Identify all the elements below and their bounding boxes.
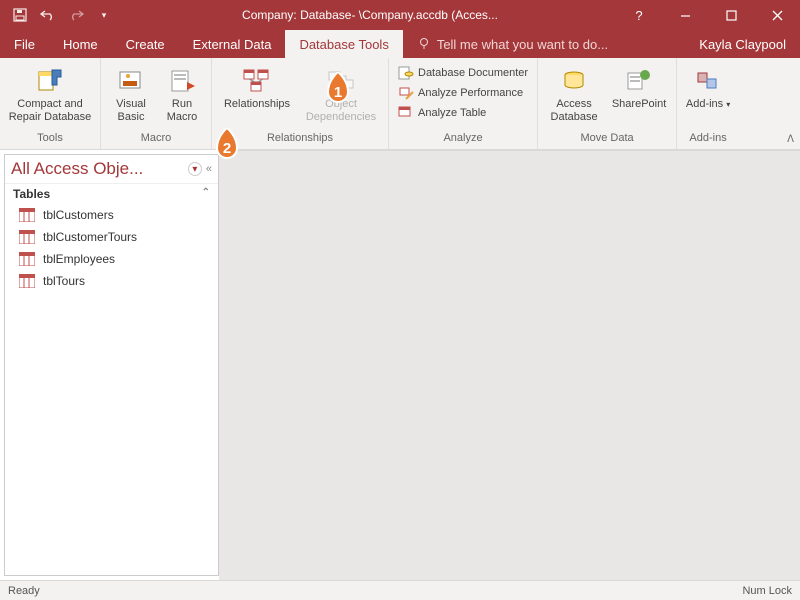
compact-repair-icon xyxy=(35,64,65,98)
analyze-performance-icon xyxy=(398,85,414,101)
sharepoint-icon xyxy=(625,64,653,98)
table-icon xyxy=(19,208,35,222)
workspace: All Access Obje... ▾ « Tables ⌃ tblCusto… xyxy=(0,150,800,580)
object-dependencies-icon xyxy=(326,64,356,98)
group-macro-label: Macro xyxy=(141,130,172,147)
group-tools-label: Tools xyxy=(37,130,63,147)
nav-dropdown-icon[interactable]: ▾ xyxy=(188,162,202,176)
addins-button[interactable]: Add-ins ▾ xyxy=(683,64,733,111)
status-left: Ready xyxy=(8,585,40,597)
redo-icon[interactable] xyxy=(64,3,88,27)
group-macro: Visual Basic Run Macro Macro xyxy=(101,58,212,149)
access-database-label: Access Database xyxy=(544,98,604,124)
sharepoint-label: SharePoint xyxy=(612,98,666,111)
visual-basic-button[interactable]: Visual Basic xyxy=(107,64,155,124)
group-tools: Compact and Repair Database Tools xyxy=(0,58,101,149)
tab-file[interactable]: File xyxy=(0,30,49,58)
visual-basic-icon xyxy=(117,64,145,98)
nav-pane-title[interactable]: All Access Obje... xyxy=(11,159,184,179)
ribbon-tabs: File Home Create External Data Database … xyxy=(0,30,800,58)
object-dependencies-button: Object Dependencies xyxy=(300,64,382,124)
analyze-table-button[interactable]: Analyze Table xyxy=(395,104,531,122)
compact-repair-label: Compact and Repair Database xyxy=(6,98,94,124)
nav-item-tblemployees[interactable]: tblEmployees xyxy=(5,248,218,270)
group-analyze: Database Documenter Analyze Performance … xyxy=(389,58,538,149)
user-name[interactable]: Kayla Claypool xyxy=(685,30,800,58)
analyze-performance-button[interactable]: Analyze Performance xyxy=(395,84,531,102)
tab-database-tools[interactable]: Database Tools xyxy=(285,30,402,58)
nav-section-tables[interactable]: Tables ⌃ xyxy=(5,184,218,204)
tell-me-search[interactable]: Tell me what you want to do... xyxy=(403,30,622,58)
save-icon[interactable] xyxy=(8,3,32,27)
document-canvas xyxy=(219,150,800,580)
collapse-ribbon-icon[interactable]: ᐱ xyxy=(787,134,794,145)
window-title: Company: Database- \Company.accdb (Acces… xyxy=(124,8,616,22)
maximize-button[interactable] xyxy=(708,0,754,30)
compact-repair-button[interactable]: Compact and Repair Database xyxy=(6,64,94,124)
database-documenter-icon xyxy=(398,65,414,81)
database-documenter-button[interactable]: Database Documenter xyxy=(395,64,531,82)
status-numlock: Num Lock xyxy=(742,585,792,597)
analyze-table-icon xyxy=(398,105,414,121)
sharepoint-button[interactable]: SharePoint xyxy=(608,64,670,111)
visual-basic-label: Visual Basic xyxy=(107,98,155,124)
titlebar: ▾ Company: Database- \Company.accdb (Acc… xyxy=(0,0,800,30)
table-icon xyxy=(19,274,35,288)
relationships-button[interactable]: Relationships xyxy=(218,64,296,111)
status-bar: Ready Num Lock xyxy=(0,580,800,600)
nav-item-tbltours[interactable]: tblTours xyxy=(5,270,218,292)
tell-me-placeholder: Tell me what you want to do... xyxy=(437,37,608,52)
minimize-button[interactable] xyxy=(662,0,708,30)
relationships-icon xyxy=(242,64,272,98)
undo-icon[interactable] xyxy=(36,3,60,27)
relationships-label: Relationships xyxy=(224,98,290,111)
ribbon: Compact and Repair Database Tools Visual… xyxy=(0,58,800,150)
nav-item-tblcustomertours[interactable]: tblCustomerTours xyxy=(5,226,218,248)
addins-icon xyxy=(695,64,721,98)
run-macro-button[interactable]: Run Macro xyxy=(159,64,205,124)
run-macro-icon xyxy=(168,64,196,98)
access-database-button[interactable]: Access Database xyxy=(544,64,604,124)
navigation-pane: All Access Obje... ▾ « Tables ⌃ tblCusto… xyxy=(4,154,219,576)
section-collapse-icon: ⌃ xyxy=(202,187,210,201)
tab-external-data[interactable]: External Data xyxy=(179,30,286,58)
addins-label: Add-ins ▾ xyxy=(686,98,730,111)
group-relationships: Relationships Object Dependencies Relati… xyxy=(212,58,389,149)
group-move-data: Access Database SharePoint Move Data xyxy=(538,58,677,149)
access-database-icon xyxy=(560,64,588,98)
nav-item-tblcustomers[interactable]: tblCustomers xyxy=(5,204,218,226)
group-move-data-label: Move Data xyxy=(580,130,633,147)
tab-home[interactable]: Home xyxy=(49,30,112,58)
help-button[interactable]: ? xyxy=(616,0,662,30)
group-relationships-label: Relationships xyxy=(267,130,333,147)
object-dependencies-label: Object Dependencies xyxy=(300,98,382,124)
group-analyze-label: Analyze xyxy=(443,130,482,147)
table-icon xyxy=(19,230,35,244)
group-addins: Add-ins ▾ Add-ins xyxy=(677,58,739,149)
table-icon xyxy=(19,252,35,266)
run-macro-label: Run Macro xyxy=(159,98,205,124)
tab-create[interactable]: Create xyxy=(112,30,179,58)
qat-customize-icon[interactable]: ▾ xyxy=(92,3,116,27)
nav-collapse-icon[interactable]: « xyxy=(206,163,212,175)
close-button[interactable] xyxy=(754,0,800,30)
lightbulb-icon xyxy=(417,37,431,51)
group-addins-label: Add-ins xyxy=(689,130,726,147)
